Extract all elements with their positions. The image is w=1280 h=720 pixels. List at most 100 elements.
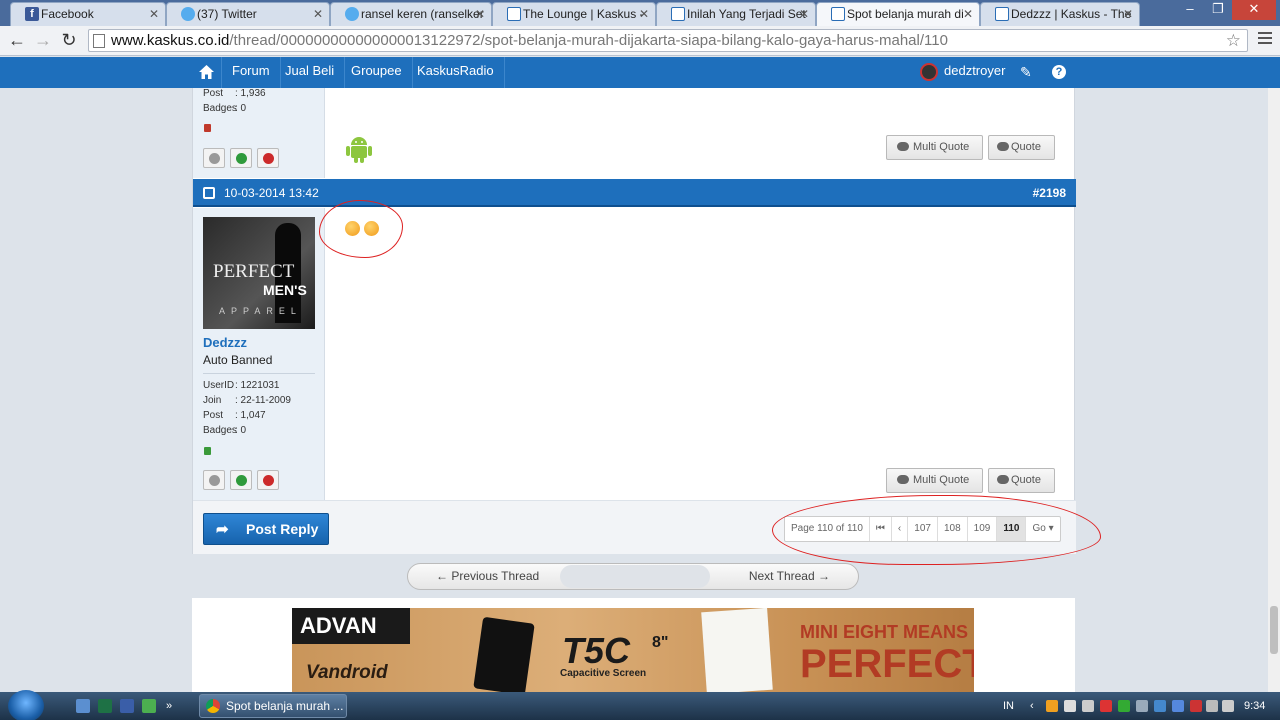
thread-nav-separator <box>560 565 710 588</box>
tab-ransel[interactable]: ransel keren (ranselker ✕ <box>330 2 492 26</box>
user-avatar-icon[interactable] <box>920 63 938 81</box>
speech-bubble-icon <box>997 475 1009 484</box>
quote-button[interactable]: Quote <box>988 135 1055 160</box>
close-icon[interactable]: ✕ <box>149 3 159 25</box>
tray-app-icon[interactable] <box>1118 700 1130 712</box>
divider <box>203 373 315 374</box>
minimize-button[interactable]: – <box>1176 0 1204 20</box>
language-indicator[interactable]: IN <box>1003 692 1014 720</box>
tab-title: Inilah Yang Terjadi Set <box>687 7 806 21</box>
maximize-button[interactable]: ❐ <box>1204 0 1232 20</box>
tray-expand-icon[interactable]: ‹ <box>1030 692 1034 720</box>
quicklaunch-overflow-icon[interactable]: » <box>166 692 172 720</box>
tab-title: ransel keren (ranselker <box>361 7 484 21</box>
user-stat: UserID: 1221031 <box>203 380 280 391</box>
quote-button[interactable]: Quote <box>988 468 1055 493</box>
ad-tagline-bottom: PERFECT <box>800 642 974 686</box>
give-reputation-button[interactable] <box>230 148 252 168</box>
multi-quote-button[interactable]: Multi Quote <box>886 468 983 493</box>
app-icon[interactable] <box>142 699 156 713</box>
tab-facebook[interactable]: f Facebook ✕ <box>10 2 166 26</box>
post-number[interactable]: #2198 <box>1033 179 1066 207</box>
tray-app-icon[interactable] <box>1190 700 1202 712</box>
speech-bubble-icon <box>897 142 909 151</box>
chrome-menu-icon[interactable] <box>1258 32 1272 47</box>
android-icon <box>346 137 372 163</box>
tab-spot-belanja[interactable]: Spot belanja murah di ✕ <box>816 2 980 26</box>
avatar[interactable]: PERFECT MEN'S APPAREL <box>203 217 315 329</box>
thread-nav: ← Previous Thread Next Thread → <box>407 563 859 590</box>
tab-title: Spot belanja murah di <box>847 7 964 21</box>
volume-icon[interactable] <box>1222 700 1234 712</box>
close-icon[interactable]: ✕ <box>475 3 485 25</box>
nav-groupee[interactable]: Groupee <box>341 57 413 88</box>
reload-icon[interactable]: ↻ <box>58 30 80 52</box>
help-icon[interactable]: ? <box>1052 65 1066 79</box>
page-scrollbar[interactable] <box>1268 88 1280 692</box>
forward-arrow-icon[interactable]: → <box>32 30 54 52</box>
taskbar-window-chrome[interactable]: Spot belanja murah ... <box>199 694 347 718</box>
nav-jual-beli[interactable]: Jual Beli <box>275 57 346 88</box>
bookmark-star-icon[interactable]: ☆ <box>1226 30 1241 51</box>
kaskus-icon <box>995 7 1009 21</box>
chrome-icon <box>206 699 220 713</box>
back-arrow-icon[interactable]: ← <box>6 30 28 52</box>
close-icon[interactable]: ✕ <box>1123 3 1133 25</box>
pencil-icon[interactable]: ✎ <box>1020 64 1032 81</box>
annotation-circle <box>772 495 1101 565</box>
user-stat: Post: 1,047 <box>203 410 266 421</box>
close-icon[interactable]: ✕ <box>313 3 323 25</box>
show-desktop-icon[interactable] <box>76 699 90 713</box>
network-icon[interactable] <box>1206 700 1218 712</box>
post-reply-button[interactable]: ➦ Post Reply <box>203 513 329 545</box>
home-icon[interactable] <box>199 65 214 79</box>
nav-username[interactable]: dedztroyer <box>944 57 1005 88</box>
window-close-button[interactable]: ✕ <box>1232 0 1276 20</box>
tray-app-icon[interactable] <box>1136 700 1148 712</box>
tab-lounge[interactable]: The Lounge | Kaskus - ✕ <box>492 2 656 26</box>
previous-thread-link[interactable]: ← Previous Thread <box>436 564 539 589</box>
tab-twitter[interactable]: (37) Twitter ✕ <box>166 2 330 26</box>
nav-kaskusradio[interactable]: KaskusRadio <box>407 57 505 88</box>
thread-content: Post: 1,936 Badges: 0 Multi Quote Quote … <box>192 88 1076 554</box>
annotation-circle <box>319 200 403 258</box>
site-nav: Forum Jual Beli Groupee KaskusRadio dedz… <box>0 57 1280 88</box>
start-button[interactable] <box>8 690 44 720</box>
close-icon[interactable]: ✕ <box>639 3 649 25</box>
prev-post-stat: Post: 1,936 <box>203 88 266 99</box>
tab-dedzzz[interactable]: Dedzzz | Kaskus - The ✕ <box>980 2 1140 26</box>
tray-app-icon[interactable] <box>1154 700 1166 712</box>
ad-size: 8" <box>652 634 669 651</box>
user-title: Auto Banned <box>203 353 273 367</box>
tab-title: (37) Twitter <box>197 7 257 21</box>
next-thread-link[interactable]: Next Thread → <box>749 564 830 589</box>
close-icon[interactable]: ✕ <box>963 3 973 25</box>
prev-post-stat: Badges: 0 <box>203 103 247 114</box>
post-date: 10-03-2014 13:42 <box>224 186 319 200</box>
give-reputation-button[interactable] <box>230 470 252 490</box>
scrollbar-thumb[interactable] <box>1270 606 1278 654</box>
tray-app-icon[interactable] <box>1082 700 1094 712</box>
tray-app-icon[interactable] <box>1046 700 1058 712</box>
tray-app-icon[interactable] <box>1064 700 1076 712</box>
tab-inilah[interactable]: Inilah Yang Terjadi Set ✕ <box>656 2 816 26</box>
multi-quote-button[interactable]: Multi Quote <box>886 135 983 160</box>
user-stat: Badges: 0 <box>203 425 247 436</box>
checkbox-icon[interactable] <box>203 187 215 199</box>
report-button[interactable] <box>257 470 279 490</box>
nav-forum[interactable]: Forum <box>221 57 281 88</box>
ad-banner[interactable]: ADVAN Vandroid T5C 8" Capacitive Screen … <box>292 608 974 692</box>
block-user-button[interactable] <box>203 148 225 168</box>
tray-app-icon[interactable] <box>1100 700 1112 712</box>
block-user-button[interactable] <box>203 470 225 490</box>
report-button[interactable] <box>257 148 279 168</box>
close-icon[interactable]: ✕ <box>799 3 809 25</box>
reply-arrow-icon: ➦ <box>216 521 229 538</box>
post-username[interactable]: Dedzzz <box>203 335 247 350</box>
excel-icon[interactable] <box>98 699 112 713</box>
clock[interactable]: 9:34 <box>1244 692 1265 720</box>
tray-app-icon[interactable] <box>1172 700 1184 712</box>
app-icon[interactable] <box>120 699 134 713</box>
address-bar[interactable]: www.kaskus.co.id/thread/0000000000000000… <box>88 29 1248 52</box>
window-controls: – ❐ ✕ <box>1176 0 1276 20</box>
